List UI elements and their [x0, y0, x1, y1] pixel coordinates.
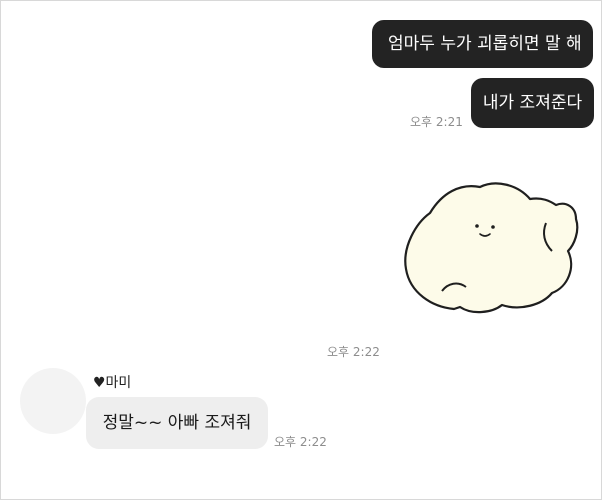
- message-timestamp: 오후 2:21: [410, 115, 463, 129]
- sender-name: ♥마미: [93, 375, 132, 391]
- message-timestamp: 오후 2:22: [274, 435, 327, 449]
- message-timestamp: 오후 2:22: [327, 345, 380, 359]
- avatar-placeholder-icon[interactable]: [20, 368, 86, 434]
- outgoing-message-bubble[interactable]: 엄마두 누가 괴롭히면 말 해: [372, 20, 593, 68]
- outgoing-message-bubble[interactable]: 내가 조져준다: [471, 78, 594, 128]
- chat-window: 엄마두 누가 괴롭히면 말 해 내가 조져준다 오후 2:21 오후 2:22 …: [0, 0, 602, 500]
- incoming-message-bubble[interactable]: 정말~~ 아빠 조져줘: [86, 397, 268, 449]
- smiling-blob-sticker-icon[interactable]: [396, 171, 586, 331]
